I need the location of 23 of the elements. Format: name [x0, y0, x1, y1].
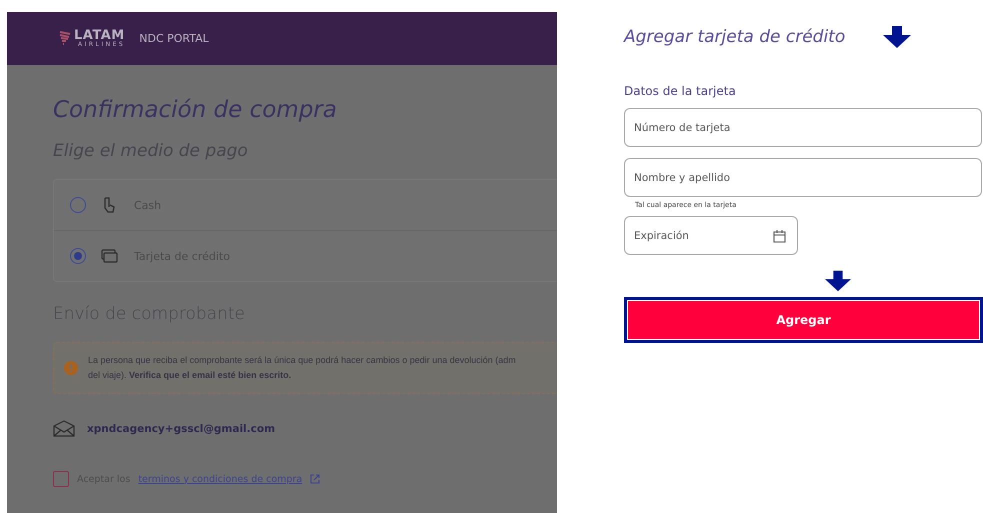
logo-icon — [59, 30, 71, 47]
down-arrow-icon — [883, 26, 912, 48]
external-link-icon[interactable] — [310, 474, 320, 484]
notice-text: La persona que reciba el comprobante será la única que podrá hacer cambios o pedir una devolución (adm — [88, 354, 516, 367]
section-label: Datos de la tarjeta — [624, 84, 737, 98]
radio-button[interactable] — [70, 248, 86, 264]
input-field[interactable]: Nombre y apellido — [624, 158, 982, 197]
radio-button[interactable] — [70, 197, 86, 213]
email-text: xpndcagency+gsscl@gmail.com — [87, 422, 276, 434]
notice-text: del viaje). Verifica que el email esté bien escrito. — [88, 369, 292, 382]
page-title: Confirmación de compra — [53, 97, 338, 123]
add-button[interactable]: Agregar — [624, 297, 983, 343]
input-field[interactable]: Número de tarjeta — [624, 108, 982, 147]
checkbox[interactable] — [53, 471, 69, 487]
form-title: Agregar tarjeta de crédito — [624, 27, 846, 47]
warning-icon — [64, 361, 78, 375]
calendar-icon[interactable] — [773, 229, 786, 243]
envelope-icon — [53, 420, 75, 437]
portal-title: NDC PORTAL — [139, 32, 209, 45]
down-arrow-icon — [825, 270, 851, 292]
logo-text: LATAM — [74, 29, 126, 42]
card-icon — [100, 249, 118, 263]
date-field[interactable]: Expiración — [624, 216, 798, 255]
